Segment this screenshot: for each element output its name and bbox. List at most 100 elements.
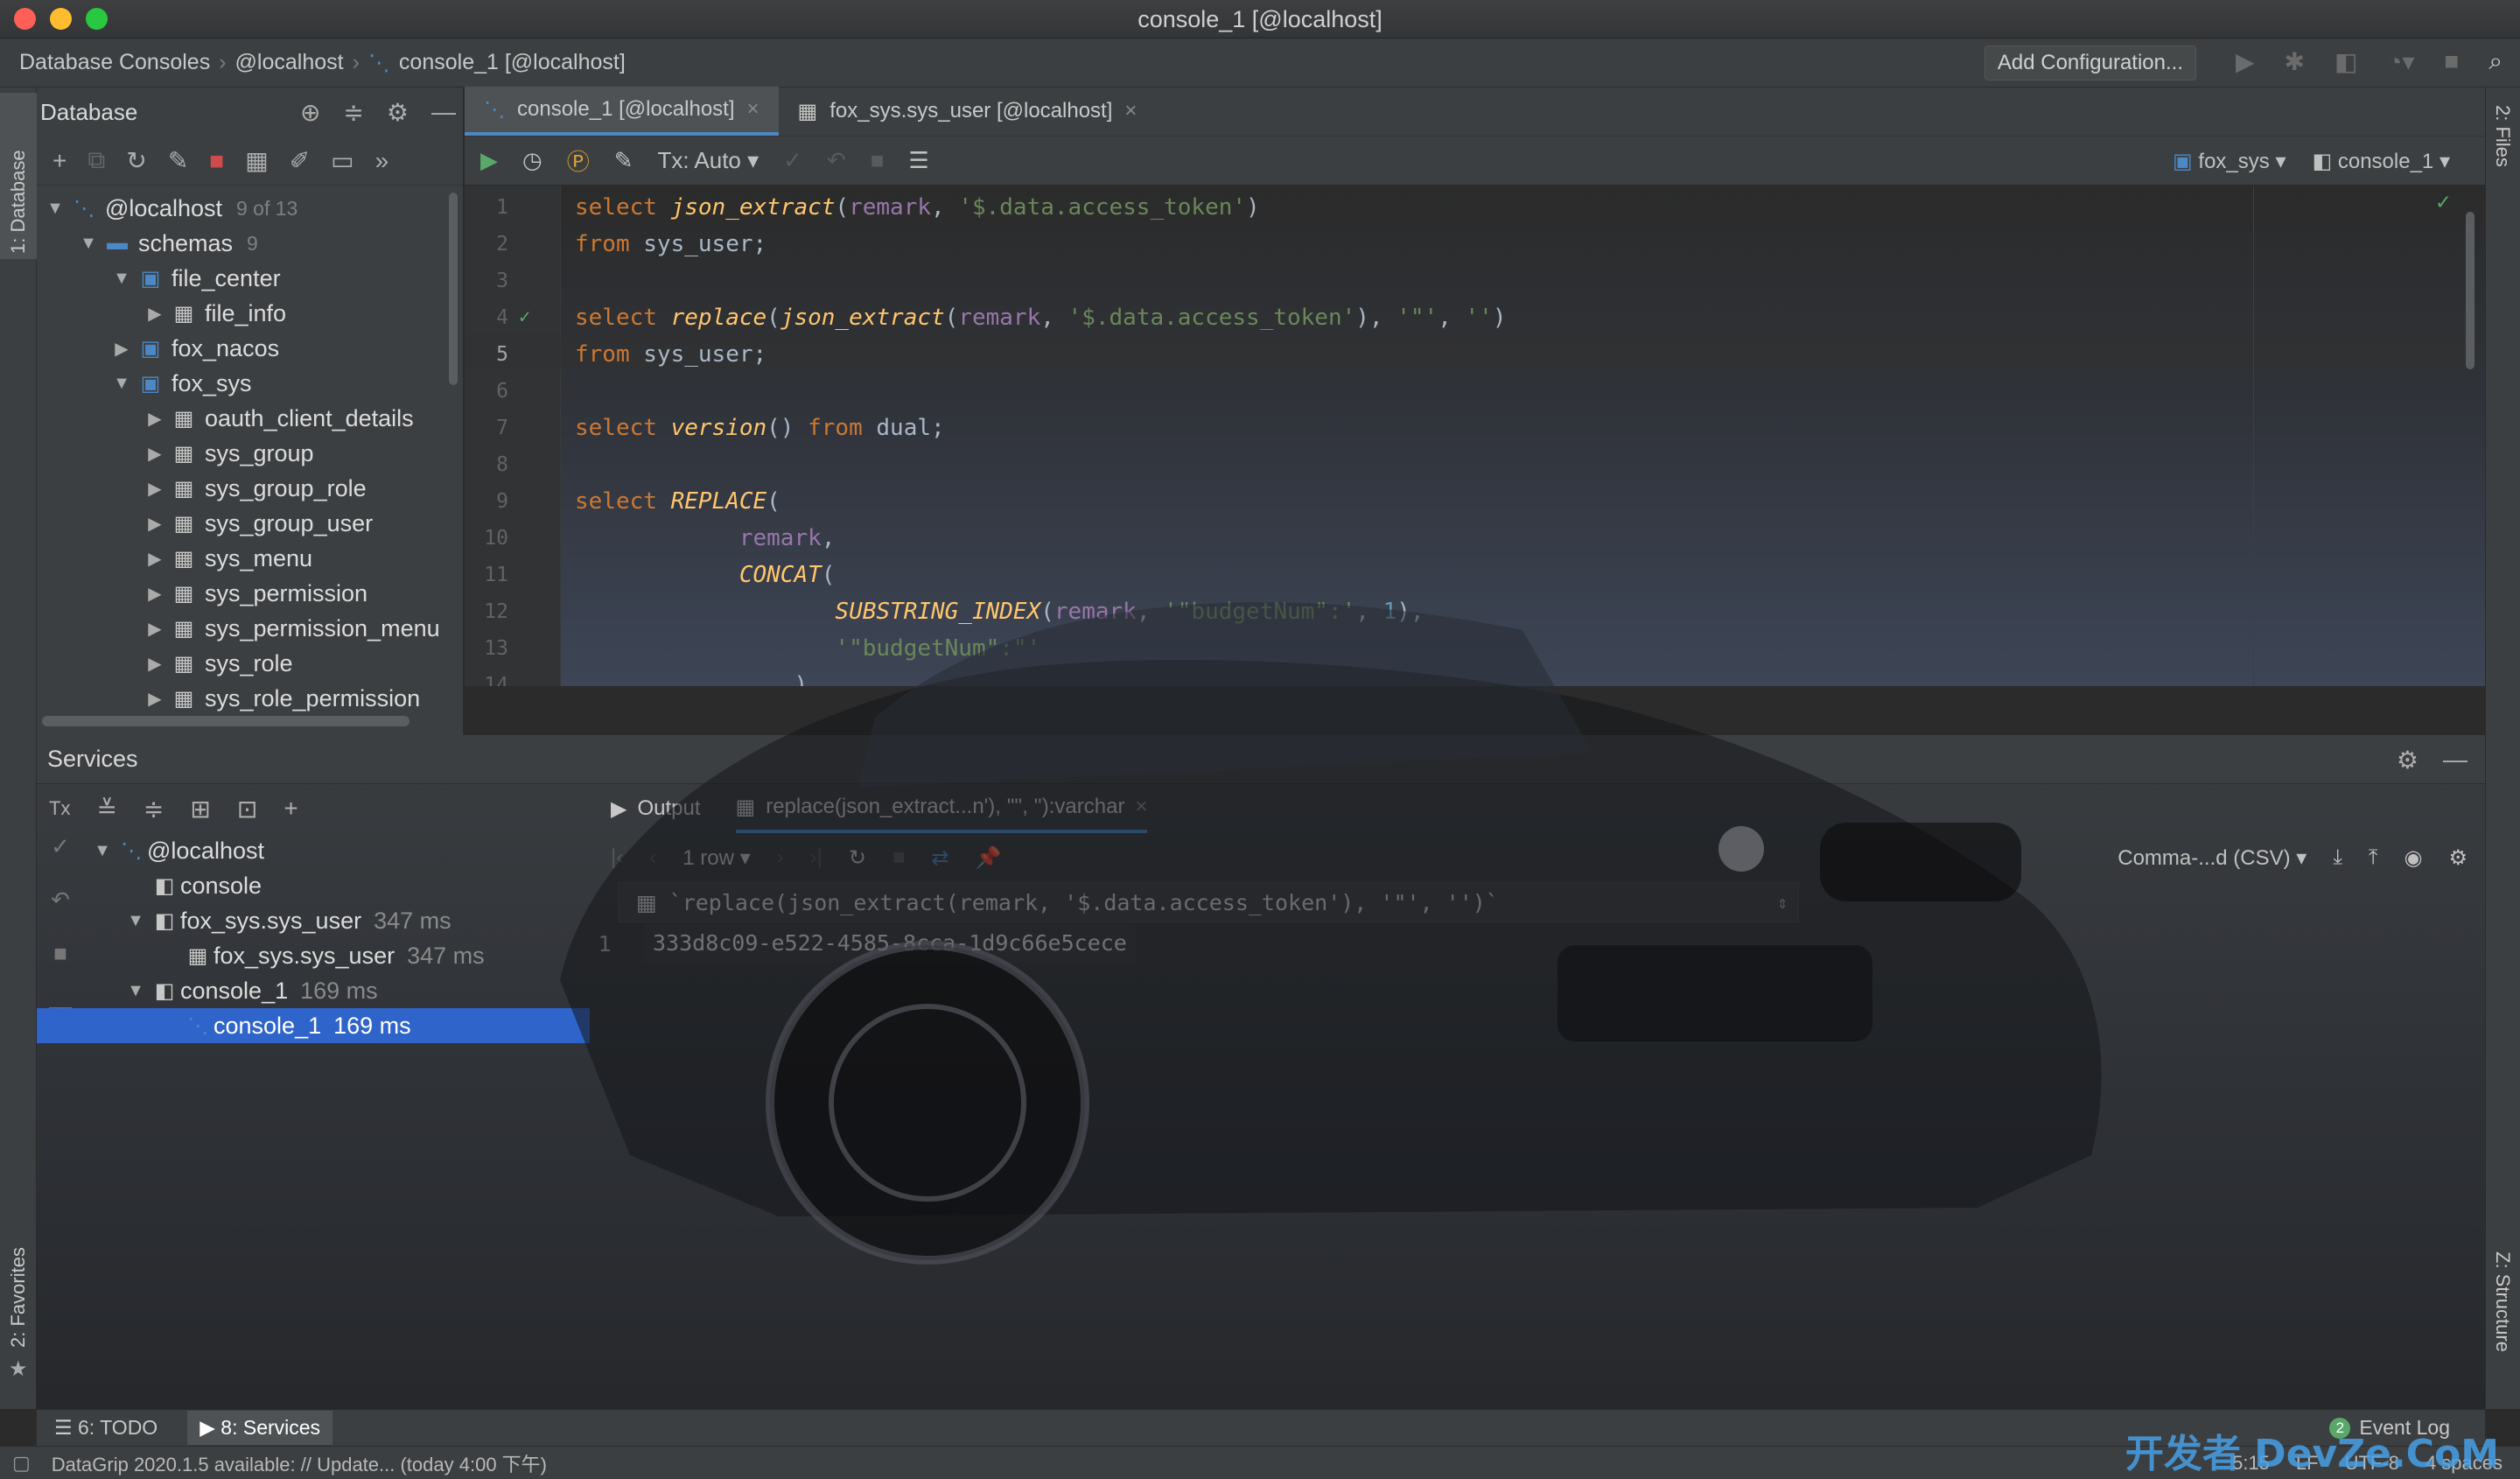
expanded-arrow-icon[interactable]: ▼	[75, 234, 102, 254]
results-settings-icon[interactable]: ⚙	[2448, 845, 2468, 871]
db-tree-item[interactable]: ▶ ▦ sys_group	[37, 436, 463, 471]
settings-gear-icon[interactable]: ⚙	[387, 98, 409, 127]
reload-icon[interactable]: ↻	[849, 845, 866, 871]
ql-console-icon[interactable]: ▭	[331, 146, 354, 175]
db-tree-item[interactable]: ▼ ▬ schemas 9	[37, 226, 463, 261]
services-tool-tab[interactable]: ▶ 8: Services	[187, 1411, 333, 1445]
result-cell[interactable]: 333d8c09-e522-4585-8cca-1d9c66e5cece	[644, 924, 1136, 963]
hide-services-icon[interactable]: —	[2443, 746, 2468, 774]
tab-result[interactable]: ▦ replace(json_extract...n'), '"', ''):v…	[735, 784, 1148, 833]
profile-p-icon[interactable]: Ⓟ	[567, 144, 590, 177]
db-tree-item[interactable]: ▶ ▦ sys_group_user	[37, 506, 463, 541]
expanded-arrow-icon[interactable]: ▼	[122, 911, 149, 931]
sort-icon[interactable]: ⇕	[1777, 892, 1788, 913]
transaction-mode-select[interactable]: Tx: Auto ▾	[658, 147, 760, 174]
services-settings-icon[interactable]: ⚙	[2397, 746, 2418, 775]
breadcrumb-localhost[interactable]: @localhost	[235, 50, 344, 75]
db-tree-item[interactable]: ▶ ▦ file_info	[37, 296, 463, 331]
export-format-select[interactable]: Comma-...d (CSV) ▾	[2118, 845, 2306, 871]
rollback-icon[interactable]: ↶	[827, 147, 846, 174]
commit-icon[interactable]: ✓	[783, 147, 802, 174]
code-area[interactable]: ✓ 1 select json_extract(remark, '$.data.a…	[465, 186, 2485, 686]
services-tree-item[interactable]: ▼ ◧ console_1 169 ms	[37, 973, 590, 1008]
breadcrumb-database-consoles[interactable]: Database Consoles	[19, 50, 210, 75]
collapsed-arrow-icon[interactable]: ▶	[142, 408, 168, 430]
rows-count-select[interactable]: 1 row ▾	[682, 845, 750, 871]
favorites-tool-tab[interactable]: 2: Favorites	[7, 1247, 30, 1348]
collapsed-arrow-icon[interactable]: ▶	[142, 443, 168, 465]
disconnect-icon[interactable]: ■	[209, 147, 224, 175]
group-by-icon[interactable]: ⊞	[190, 795, 210, 824]
collapsed-arrow-icon[interactable]: ▶	[142, 618, 168, 640]
stop-icon[interactable]: ■	[871, 147, 885, 174]
debug-icon[interactable]: ✱	[2284, 47, 2304, 76]
table-view-icon[interactable]: ▦	[245, 146, 268, 175]
first-page-icon[interactable]: |‹	[611, 845, 623, 870]
edit-properties-icon[interactable]: ✎	[168, 146, 188, 175]
close-tab-icon[interactable]: ×	[1124, 99, 1137, 123]
expanded-arrow-icon[interactable]: ▼	[108, 269, 135, 289]
db-tree-item[interactable]: ▼ ▣ fox_sys	[37, 366, 463, 401]
result-column-header[interactable]: ▦ `replace(json_extract(remark, '$.data.…	[618, 882, 1799, 922]
refresh-icon[interactable]: ↻	[126, 146, 146, 175]
collapsed-arrow-icon[interactable]: ▶	[108, 338, 135, 360]
structure-tool-tab[interactable]: Z: Structure	[2491, 1251, 2514, 1352]
services-tree-item[interactable]: ◧ console	[37, 868, 590, 903]
horizontal-scrollbar[interactable]	[42, 716, 410, 726]
cancel-icon[interactable]: ■	[892, 845, 906, 870]
console-select[interactable]: ◧ console_1 ▾	[2313, 149, 2451, 174]
collapsed-arrow-icon[interactable]: ▶	[142, 583, 168, 605]
toggle-tool-windows-icon[interactable]: ▢	[12, 1452, 31, 1475]
expanded-arrow-icon[interactable]: ▼	[89, 841, 116, 861]
services-tree-item[interactable]: ▼ ⋱ @localhost	[37, 833, 590, 868]
download-icon[interactable]: ⤓	[2333, 845, 2342, 870]
close-tab-icon[interactable]: ×	[1135, 795, 1147, 819]
next-page-icon[interactable]: ›	[777, 845, 784, 870]
editor-scrollbar[interactable]	[2466, 212, 2474, 369]
collapse-all-icon[interactable]: ≑	[343, 98, 363, 127]
status-message[interactable]: DataGrip 2020.1.5 available: // Update..…	[52, 1449, 547, 1477]
add-icon[interactable]: +	[52, 147, 66, 175]
collapsed-arrow-icon[interactable]: ▶	[142, 478, 168, 500]
upload-icon[interactable]: ⤒	[2369, 845, 2378, 870]
tab-output[interactable]: ▶ Output	[611, 784, 701, 833]
add-configuration-button[interactable]: Add Configuration...	[1984, 46, 2196, 81]
history-icon[interactable]: ◷	[522, 147, 542, 174]
db-tree-item[interactable]: ▶ ▦ sys_menu	[37, 541, 463, 576]
run-icon[interactable]: ▶	[2236, 47, 2255, 76]
more-icon[interactable]: »	[375, 147, 389, 175]
close-tab-icon[interactable]: ×	[747, 97, 760, 122]
vertical-scrollbar[interactable]	[449, 193, 458, 385]
db-tree-item[interactable]: ▶ ▦ sys_permission_menu	[37, 611, 463, 646]
previous-page-icon[interactable]: ‹	[649, 845, 656, 870]
settings-wrench-icon[interactable]: ✎	[614, 147, 634, 174]
db-tree-item[interactable]: ▶ ▦ oauth_client_details	[37, 401, 463, 436]
files-tool-tab[interactable]: 2: Files	[2491, 105, 2514, 167]
view-icon[interactable]: ◉	[2404, 845, 2423, 871]
db-tree-item[interactable]: ▼ ▣ file_center	[37, 261, 463, 296]
hide-panel-icon[interactable]: —	[431, 98, 456, 126]
db-tree-item[interactable]: ▶ ▦ sys_permission	[37, 576, 463, 611]
expanded-arrow-icon[interactable]: ▼	[108, 374, 135, 394]
expanded-arrow-icon[interactable]: ▼	[122, 981, 149, 1001]
tx-icon[interactable]: Tx	[49, 797, 70, 820]
db-tree-item[interactable]: ▼ ⋱ @localhost 9 of 13	[37, 191, 463, 226]
result-row[interactable]: 1 333d8c09-e522-4585-8cca-1d9c66e5cece	[592, 924, 1136, 963]
close-window-button[interactable]	[14, 8, 36, 30]
duplicate-icon[interactable]: ⧉	[88, 146, 105, 175]
last-page-icon[interactable]: ›|	[810, 845, 822, 870]
collapsed-arrow-icon[interactable]: ▶	[142, 513, 168, 535]
db-tree-item[interactable]: ▶ ▦ sys_group_role	[37, 471, 463, 506]
coverage-icon[interactable]: ◧	[2334, 47, 2357, 76]
services-tree-item[interactable]: ⋱ console_1 169 ms	[37, 1008, 590, 1043]
db-tree-item[interactable]: ▶ ▦ sys_role	[37, 646, 463, 681]
execute-icon[interactable]: ▶	[480, 147, 498, 174]
search-everywhere-icon[interactable]: ⌕	[2488, 47, 2502, 76]
schema-select[interactable]: ▣ fox_sys ▾	[2173, 149, 2286, 174]
collapsed-arrow-icon[interactable]: ▶	[142, 548, 168, 570]
database-tool-tab-label[interactable]: 1: Database	[7, 150, 30, 254]
maximize-window-button[interactable]	[86, 8, 108, 30]
services-tree-item[interactable]: ▦ fox_sys.sys_user 347 ms	[37, 938, 590, 973]
profile-icon[interactable]: ◔▾	[2387, 47, 2414, 76]
db-tree-item[interactable]: ▶ ▦ sys_role_permission	[37, 681, 463, 716]
